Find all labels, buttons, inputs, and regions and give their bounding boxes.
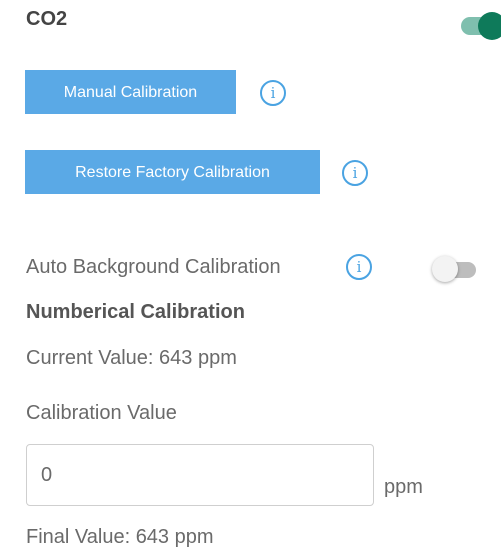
current-value-text: Current Value: 643 ppm [26, 347, 237, 369]
toggle-knob [432, 256, 458, 282]
section-title: CO2 [26, 8, 68, 30]
auto-background-calibration-toggle[interactable] [432, 256, 480, 282]
co2-enable-toggle[interactable] [461, 12, 501, 40]
calibration-value-label: Calibration Value [26, 402, 177, 424]
info-icon[interactable]: i [342, 160, 368, 186]
restore-factory-calibration-button[interactable]: Restore Factory Calibration [25, 150, 320, 194]
info-icon[interactable]: i [346, 254, 372, 280]
info-icon[interactable]: i [260, 80, 286, 106]
auto-background-calibration-label: Auto Background Calibration [26, 256, 281, 278]
calibration-value-input[interactable] [26, 444, 374, 506]
final-value-text: Final Value: 643 ppm [26, 526, 214, 548]
toggle-knob [478, 12, 501, 40]
unit-label: ppm [384, 476, 423, 498]
manual-calibration-button[interactable]: Manual Calibration [25, 70, 236, 114]
numerical-calibration-heading: Numberical Calibration [26, 301, 245, 323]
